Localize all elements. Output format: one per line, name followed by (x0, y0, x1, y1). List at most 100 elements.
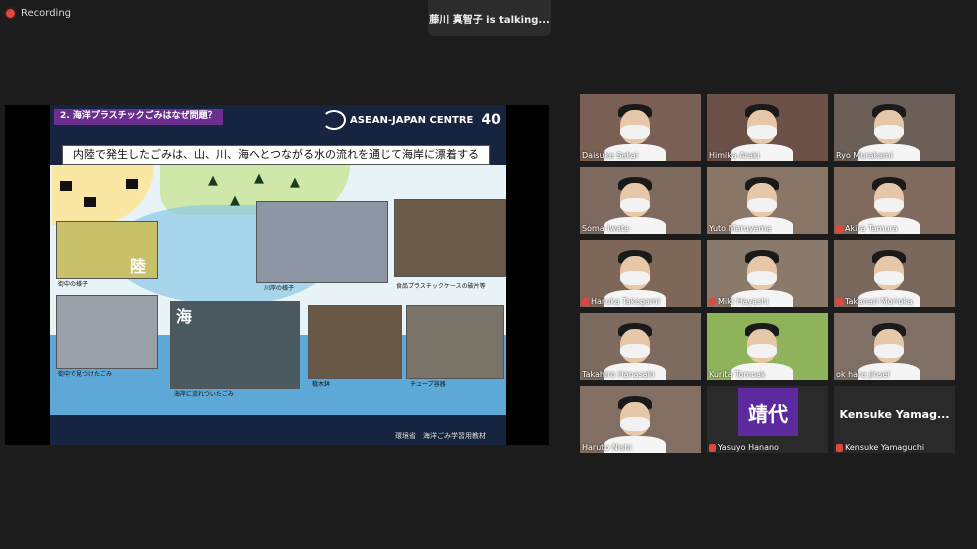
food-case-photo (394, 199, 506, 277)
slide-credit: 環境省 海洋ごみ学習用教材 (395, 432, 486, 440)
active-speaker-banner: 藤川 真智子 is talking... (428, 0, 551, 36)
active-speaker-text: 藤川 真智子 is talking... (429, 14, 550, 26)
participant-name-label: Haruka Takegami (582, 297, 660, 306)
muted-mic-icon (836, 297, 843, 306)
participant-tile[interactable]: Miki Hayashi (707, 240, 828, 307)
participant-video-mask (747, 198, 777, 212)
participant-tile[interactable]: 靖代 Yasuyo Hanano (707, 386, 828, 453)
participant-video-mask (874, 198, 904, 212)
slide-title: 2. 海洋プラスチックごみはなぜ問題？ (54, 109, 223, 125)
participant-video-mask (620, 271, 650, 285)
participant-name: Haruto Nishi (582, 443, 632, 452)
participant-name-label: ok hara jinsei (836, 370, 890, 379)
participant-tile[interactable]: Takanari Morioka (834, 240, 955, 307)
muted-mic-icon (709, 443, 716, 452)
participant-name-label: Himika Araki (709, 151, 760, 160)
record-icon (6, 9, 15, 18)
participant-tile[interactable]: Haruto Nishi (580, 386, 701, 453)
screen-share[interactable]: 2. 海洋プラスチックごみはなぜ問題？ ASEAN-JAPAN CENTRE 4… (5, 105, 549, 445)
participant-tile[interactable]: Daisuke Sakai (580, 94, 701, 161)
tree-icon: ▲ (254, 171, 264, 186)
slide-subtitle: 内陸で発生したごみは、山、川、海へとつながる水の流れを通じて海岸に漂着する (62, 145, 490, 165)
participant-name: Takahiro Hanasaki (582, 370, 655, 379)
participant-video-mask (620, 198, 650, 212)
participant-name: Yasuyo Hanano (718, 443, 779, 452)
illustrated-map: ▲ ▲ ▲ ▲ 陸 街中の様子 川岸の様子 食品プラスチックケースの破片等 街中… (50, 165, 506, 415)
participant-name: Soma Iwata (582, 224, 630, 233)
participant-video-mask (620, 344, 650, 358)
participant-video-mask (747, 344, 777, 358)
pot-photo (308, 305, 402, 379)
caption-river: 川岸の様子 (264, 285, 295, 292)
participant-name-label: Miki Hayashi (709, 297, 769, 306)
participant-name: Himika Araki (709, 151, 760, 160)
participant-name-label: Yasuyo Hanano (709, 443, 779, 452)
recording-indicator[interactable]: Recording (6, 8, 71, 19)
caption-street: 街中の様子 (58, 281, 89, 288)
participant-name-label: Akira Tamura (836, 224, 898, 233)
house-icon (60, 181, 72, 191)
participant-name: Yuto Maruyama (709, 224, 772, 233)
participant-name-label: Kurita Tomoak (709, 370, 766, 379)
muted-mic-icon (836, 224, 843, 233)
participant-avatar: 靖代 (738, 388, 798, 436)
land-label: 陸 (130, 257, 147, 276)
participant-tile[interactable]: Akira Tamura (834, 167, 955, 234)
tree-icon: ▲ (290, 175, 300, 190)
participant-tile[interactable]: Yuto Maruyama (707, 167, 828, 234)
river-photo (256, 201, 388, 283)
participant-name: ok hara jinsei (836, 370, 890, 379)
asean-japan-logo: ASEAN-JAPAN CENTRE 40 (322, 110, 501, 130)
participant-video-mask (620, 125, 650, 139)
participant-tile[interactable]: Kensuke Yamag... Kensuke Yamaguchi (834, 386, 955, 453)
caption-food: 食品プラスチックケースの破片等 (396, 283, 486, 290)
participant-name: Haruka Takegami (591, 297, 660, 306)
participant-video-mask (747, 271, 777, 285)
participant-name: Akira Tamura (845, 224, 898, 233)
logo-icon (322, 110, 346, 130)
anniversary-badge: 40 (481, 112, 501, 128)
participant-name: Miki Hayashi (718, 297, 769, 306)
participant-name: Ryo Murakami (836, 151, 893, 160)
tree-icon: ▲ (208, 173, 218, 188)
tree-icon: ▲ (230, 193, 240, 208)
presentation-slide: 2. 海洋プラスチックごみはなぜ問題？ ASEAN-JAPAN CENTRE 4… (50, 105, 506, 445)
participant-video-mask (874, 344, 904, 358)
tube-photo (406, 305, 504, 379)
participant-tile[interactable]: Haruka Takegami (580, 240, 701, 307)
house-icon (126, 179, 138, 189)
participant-name-label: Daisuke Sakai (582, 151, 638, 160)
participant-video-mask (620, 417, 650, 431)
participant-tile[interactable]: Kurita Tomoak (707, 313, 828, 380)
participant-name-label: Kensuke Yamaguchi (836, 443, 924, 452)
participant-video-mask (874, 271, 904, 285)
participant-tile[interactable]: Ryo Murakami (834, 94, 955, 161)
muted-mic-icon (582, 297, 589, 306)
participant-name: Takanari Morioka (845, 297, 913, 306)
participant-name-label: Ryo Murakami (836, 151, 893, 160)
participant-name-label: Takahiro Hanasaki (582, 370, 655, 379)
participant-name-label: Yuto Maruyama (709, 224, 771, 233)
participant-name-label: Haruto Nishi (582, 443, 632, 452)
recording-label: Recording (21, 8, 72, 19)
muted-mic-icon (709, 297, 716, 306)
participant-tile[interactable]: ok hara jinsei (834, 313, 955, 380)
caption-coast: 海岸に流れついたごみ (174, 391, 234, 398)
logo-text: ASEAN-JAPAN CENTRE (350, 114, 474, 126)
caption-pot: 植木鉢 (312, 381, 331, 388)
caption-tube: チューブ容器 (410, 381, 446, 388)
participant-name: Kurita Tomoak (709, 370, 766, 379)
participant-name: Daisuke Sakai (582, 151, 638, 160)
participant-name-label: Takanari Morioka (836, 297, 912, 306)
sea-label: 海 (176, 307, 193, 326)
participant-name: Kensuke Yamaguchi (845, 443, 925, 452)
participant-name-label: Soma Iwata (582, 224, 629, 233)
town-area (52, 165, 154, 225)
muted-mic-icon (836, 443, 843, 452)
participant-tile[interactable]: Soma Iwata (580, 167, 701, 234)
participant-tile[interactable]: Takahiro Hanasaki (580, 313, 701, 380)
participant-avatar: Kensuke Yamag... (839, 408, 950, 421)
caption-street-found: 街中で見つけたごみ (58, 371, 113, 378)
participant-tile[interactable]: Himika Araki (707, 94, 828, 161)
participant-video-mask (747, 125, 777, 139)
